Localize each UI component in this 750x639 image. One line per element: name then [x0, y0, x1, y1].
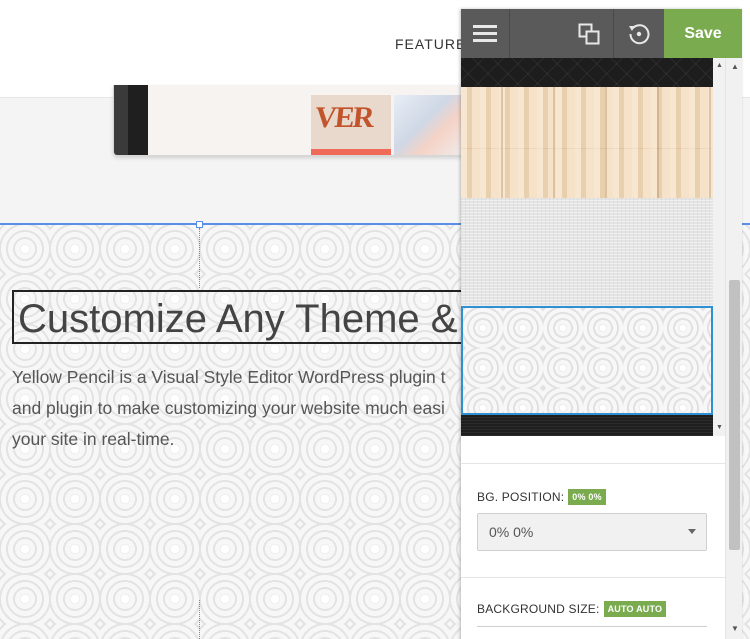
- undo-history-icon: [629, 23, 650, 44]
- pattern-list-scrollbar[interactable]: ▲ ▼: [713, 58, 725, 436]
- hero-paragraph-line: Yellow Pencil is a Visual Style Editor W…: [12, 367, 446, 387]
- background-size-fields[interactable]: [477, 626, 707, 639]
- bg-position-label-text: BG. POSITION:: [477, 490, 565, 504]
- hero-heading[interactable]: Customize Any Theme & P: [12, 290, 482, 344]
- device-bezel: [114, 85, 128, 155]
- selection-handle[interactable]: [196, 221, 203, 228]
- alignment-guide: [199, 600, 200, 639]
- hero-paragraph-line: your site in real-time.: [12, 429, 175, 449]
- menu-button[interactable]: [461, 9, 510, 58]
- pattern-swatch-dark-diamond[interactable]: [461, 58, 713, 87]
- bg-position-select-value: 0% 0%: [489, 524, 534, 540]
- scrollbar-thumb[interactable]: [729, 280, 740, 550]
- magazine-strip: [311, 149, 391, 155]
- pattern-swatch-linen[interactable]: [461, 198, 713, 306]
- magazine-thumbnail: VER: [311, 95, 391, 155]
- hero-paragraph[interactable]: Yellow Pencil is a Visual Style Editor W…: [12, 362, 482, 455]
- background-size-label-text: BACKGROUND SIZE:: [477, 602, 600, 616]
- bg-position-label: BG. POSITION: 0% 0%: [477, 489, 606, 505]
- bg-position-badge: 0% 0%: [568, 489, 606, 505]
- responsive-view-icon: [578, 23, 599, 44]
- alignment-guide: [199, 228, 200, 288]
- background-pattern-list: [461, 58, 713, 436]
- save-button[interactable]: Save: [664, 9, 742, 58]
- hero-paragraph-line: and plugin to make customizing your webs…: [12, 398, 445, 418]
- background-size-badge: AUTO AUTO: [603, 601, 667, 617]
- nav-item-features[interactable]: FEATURE: [395, 36, 466, 52]
- pattern-swatch-sunburst-selected[interactable]: [461, 306, 713, 415]
- history-button[interactable]: [614, 9, 664, 58]
- editor-panel: Save ▲ ▼ BG. POSITION: 0% 0% 0% 0% BACKG…: [461, 9, 742, 639]
- panel-scrollbar[interactable]: ▲ ▼: [725, 58, 742, 639]
- device-screen-edge: [128, 85, 148, 155]
- editor-toolbar: Save: [461, 9, 742, 58]
- scroll-down-arrow-icon[interactable]: ▼: [716, 424, 723, 431]
- responsive-view-button[interactable]: [510, 9, 614, 58]
- pattern-swatch-dark-fabric[interactable]: [461, 415, 713, 436]
- scroll-up-arrow-icon[interactable]: ▲: [716, 62, 723, 69]
- section-divider: [461, 577, 725, 578]
- background-size-label: BACKGROUND SIZE: AUTO AUTO: [477, 601, 667, 617]
- magazine-word: VER: [313, 101, 375, 134]
- scroll-up-arrow-icon[interactable]: ▲: [731, 62, 739, 71]
- hamburger-menu-icon: [473, 24, 497, 42]
- scroll-down-arrow-icon[interactable]: ▼: [731, 624, 739, 633]
- chevron-down-icon: [688, 529, 696, 534]
- device-mockup-image: VER: [113, 85, 475, 156]
- bg-position-select[interactable]: 0% 0%: [477, 513, 707, 551]
- section-divider: [461, 463, 725, 464]
- pattern-swatch-wood[interactable]: [461, 87, 713, 198]
